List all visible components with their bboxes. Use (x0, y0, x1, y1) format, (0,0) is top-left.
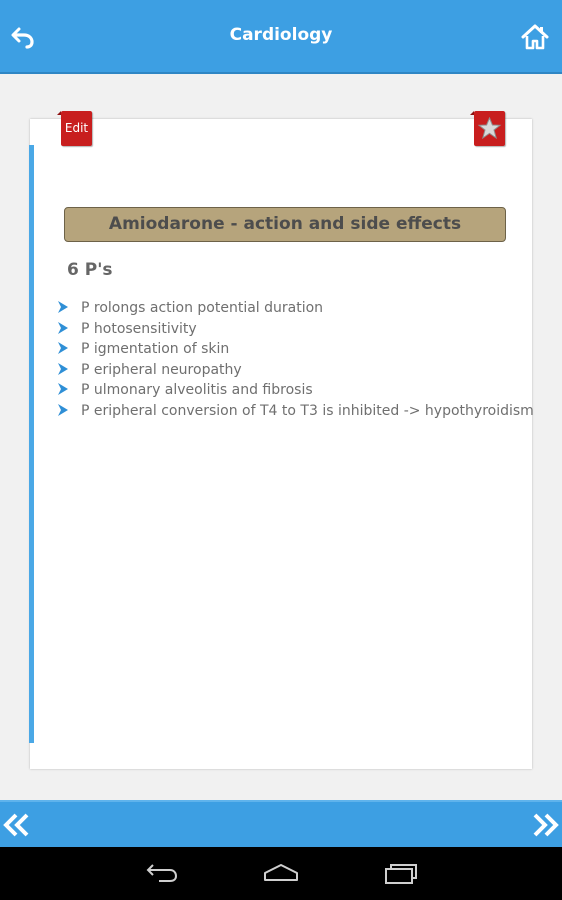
list-item: P ulmonary alveolitis and fibrosis (58, 380, 534, 401)
list-item-text: P eripheral neuropathy (81, 361, 242, 378)
list-item-text: P eripheral conversion of T4 to T3 is in… (81, 402, 534, 419)
double-chevron-right-icon[interactable] (530, 812, 560, 838)
list-item-text: P rolongs action potential duration (81, 300, 324, 316)
bullet-arrow-icon (58, 342, 68, 354)
page-title: Cardiology (229, 25, 333, 45)
list-item: P rolongs action potential duration (58, 298, 534, 319)
list-item: P igmentation of skin (58, 339, 534, 360)
points-list: P rolongs action potential duration P ho… (58, 298, 534, 421)
system-recents-icon[interactable] (384, 861, 418, 885)
system-home-icon[interactable] (263, 862, 299, 884)
star-icon (477, 117, 502, 139)
app-header: Cardiology (0, 0, 562, 74)
list-item: P eripheral neuropathy (58, 360, 534, 381)
bullet-arrow-icon (58, 403, 68, 416)
edit-button[interactable]: Edit (57, 111, 92, 146)
list-item-text: P igmentation of skin (81, 341, 230, 357)
topic-title: Amiodarone - action and side effects (64, 207, 506, 242)
subheading: 6 P's (67, 260, 113, 280)
bullet-arrow-icon (58, 362, 68, 375)
list-item: P eripheral conversion of T4 to T3 is in… (58, 401, 534, 422)
bullet-arrow-icon (58, 321, 68, 334)
bottom-nav-bar (0, 800, 562, 847)
bullet-arrow-icon (58, 301, 68, 313)
card-accent-bar (29, 145, 34, 743)
system-back-icon[interactable] (145, 862, 179, 884)
list-item: P hotosensitivity (58, 319, 534, 340)
double-chevron-left-icon[interactable] (2, 812, 32, 838)
favorite-button[interactable] (470, 111, 505, 146)
bullet-arrow-icon (58, 383, 68, 395)
list-item-text: P hotosensitivity (81, 320, 197, 337)
list-item-text: P ulmonary alveolitis and fibrosis (81, 382, 313, 398)
system-navigation-bar (0, 847, 562, 900)
screen: Cardiology Edit Amiodarone - action and … (0, 0, 562, 900)
home-icon[interactable] (520, 22, 550, 52)
